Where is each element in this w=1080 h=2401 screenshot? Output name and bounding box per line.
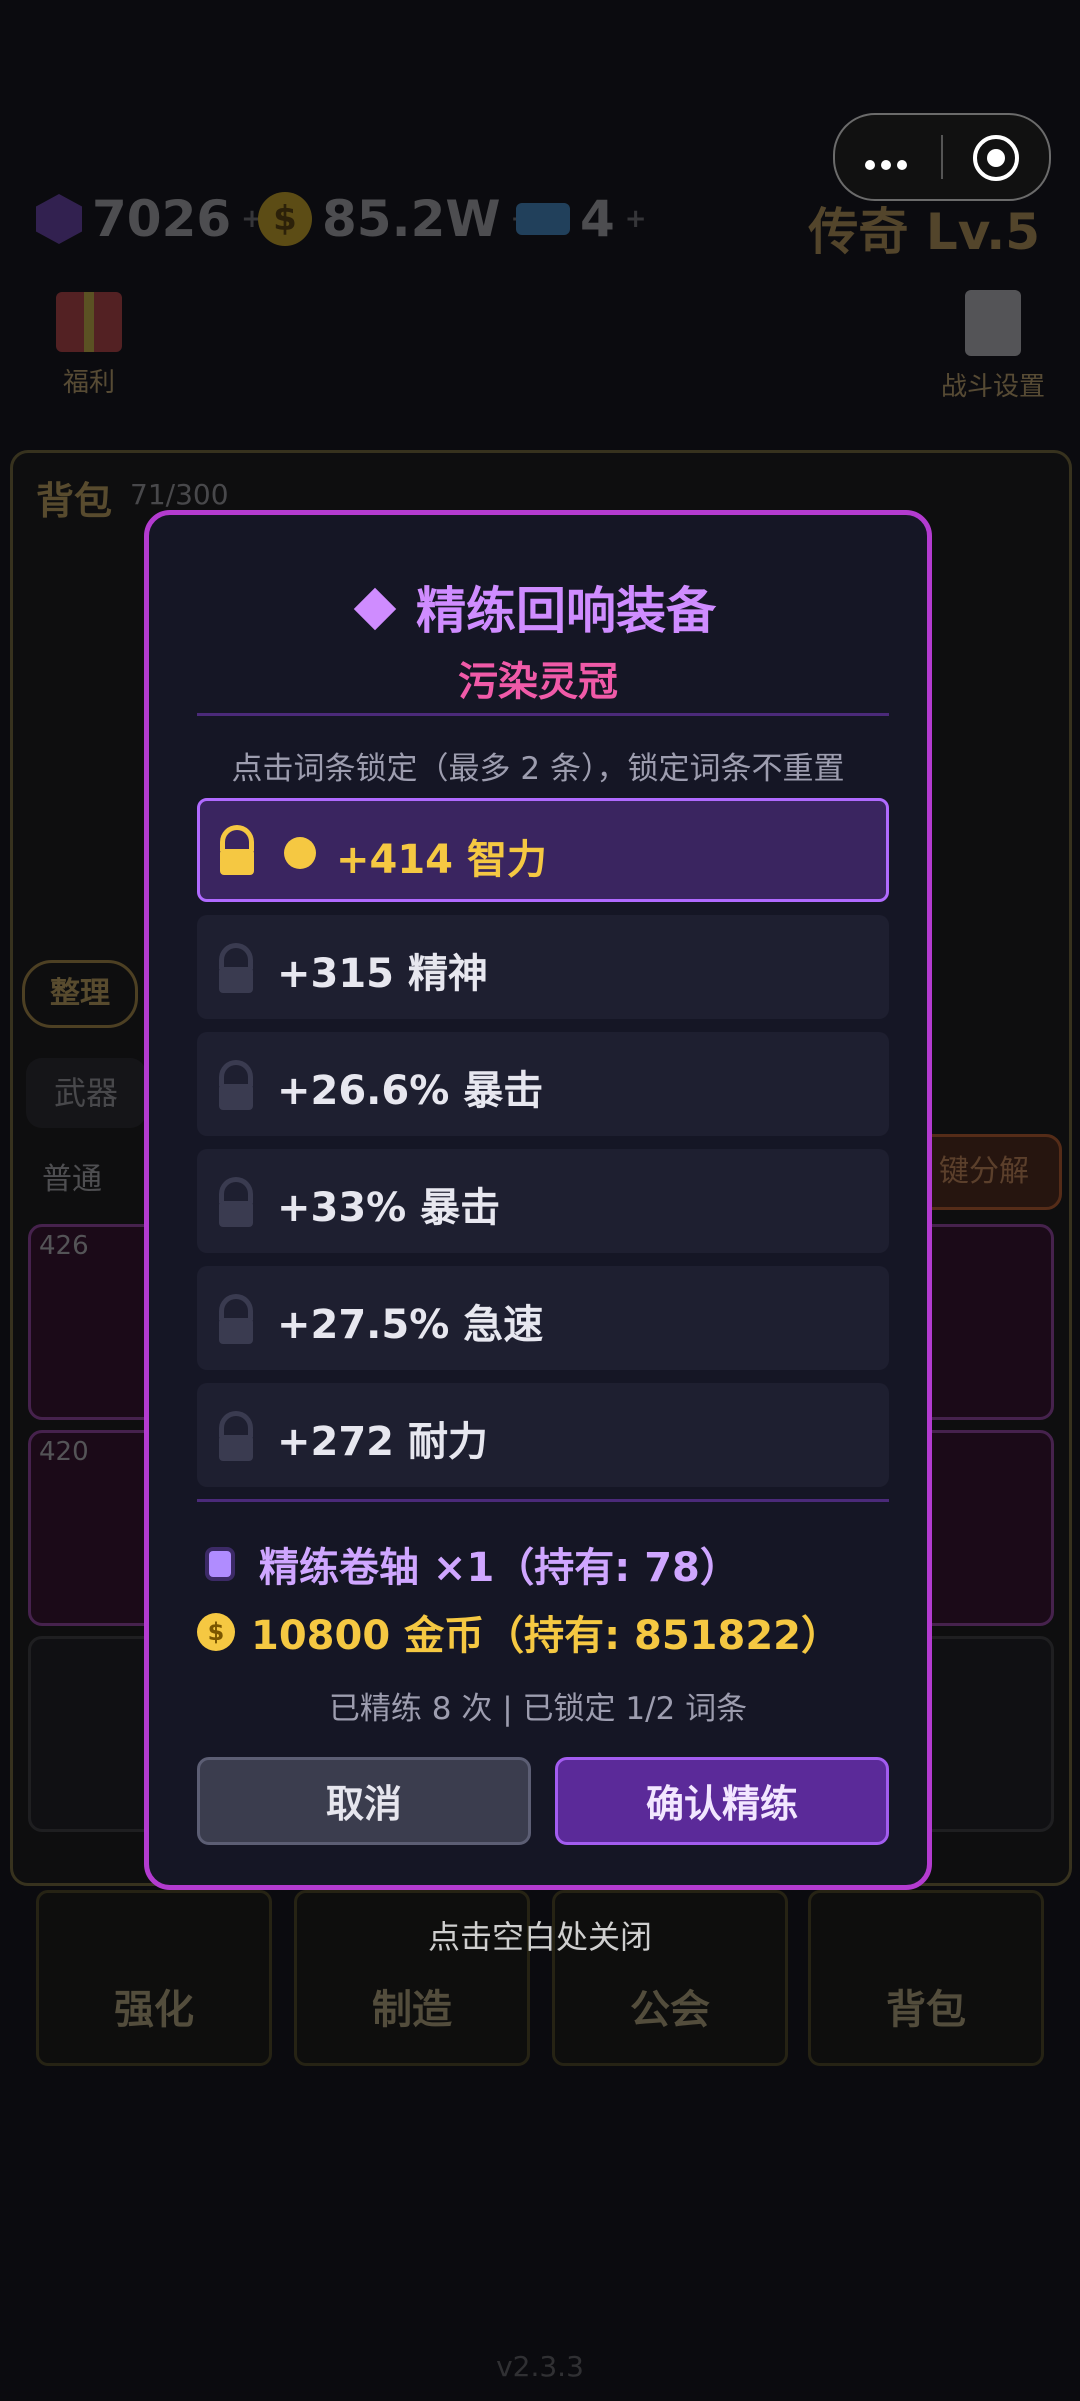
nav-guild-label: 公会 bbox=[630, 1987, 710, 2033]
welfare-label: 福利 bbox=[62, 368, 115, 398]
target-icon[interactable] bbox=[973, 135, 1019, 181]
nav-craft-label: 制造 bbox=[372, 1987, 452, 2033]
battle-settings-button[interactable]: 战斗设置 bbox=[928, 290, 1058, 403]
modal-title: 精练回响装备 bbox=[149, 571, 927, 643]
lock-icon bbox=[219, 1060, 253, 1086]
tab-weapon[interactable]: 武器 bbox=[26, 1058, 146, 1128]
affix-text: +33% 暴击 bbox=[277, 1185, 501, 1231]
gold-value: 85.2W bbox=[322, 190, 501, 248]
version-label: v2.3.3 bbox=[496, 2350, 584, 2383]
capsule-divider bbox=[941, 135, 943, 179]
lock-icon-body bbox=[219, 1318, 253, 1344]
gift-icon bbox=[56, 292, 122, 352]
lock-icon-body bbox=[220, 849, 254, 875]
gem-icon bbox=[36, 194, 82, 244]
lock-icon bbox=[219, 1411, 253, 1437]
item-name: 污染灵冠 bbox=[458, 659, 618, 705]
lock-icon bbox=[220, 825, 254, 851]
cost-scroll-text: 精练卷轴 ×1（持有: 78） bbox=[259, 1545, 740, 1591]
affix-text: +414 智力 bbox=[336, 837, 547, 883]
modal-title-text: 精练回响装备 bbox=[416, 582, 716, 640]
divider bbox=[197, 713, 889, 716]
affix-row[interactable]: +414 智力 bbox=[197, 798, 889, 902]
cost-gold: $ 10800 金币（持有: 851822） bbox=[197, 1603, 841, 1661]
gold-counter: $ 85.2W + bbox=[258, 190, 532, 248]
lock-icon bbox=[219, 1177, 253, 1203]
miniprogram-capsule bbox=[833, 113, 1051, 201]
tidy-button[interactable]: 整理 bbox=[22, 960, 138, 1028]
lock-tip: 点击词条锁定（最多 2 条），锁定词条不重置 bbox=[231, 751, 845, 787]
diamond-icon bbox=[353, 587, 397, 630]
ticket-value: 4 bbox=[580, 190, 615, 248]
scroll-icon bbox=[209, 1551, 231, 1577]
ticket-counter: 4 + bbox=[516, 190, 647, 248]
nav-strengthen-label: 强化 bbox=[114, 1987, 194, 2033]
welfare-button[interactable]: 福利 bbox=[44, 292, 134, 399]
affix-row[interactable]: +315 精神 bbox=[197, 915, 889, 1019]
close-hint[interactable]: 点击空白处关闭 bbox=[0, 1912, 1080, 1958]
affix-text: +27.5% 急速 bbox=[277, 1302, 544, 1348]
rank-label: 传奇 Lv.5 bbox=[808, 203, 1040, 261]
lock-icon-body bbox=[219, 967, 253, 993]
filter-normal[interactable]: 普通 bbox=[42, 1154, 102, 1198]
confirm-refine-button[interactable]: 确认精练 bbox=[555, 1757, 889, 1845]
nav-backpack-label: 背包 bbox=[886, 1987, 966, 2033]
refine-status: 已精练 8 次 | 已锁定 1/2 词条 bbox=[328, 1691, 748, 1727]
ticket-icon bbox=[516, 203, 570, 235]
affix-row[interactable]: +26.6% 暴击 bbox=[197, 1032, 889, 1136]
coin-icon: $ bbox=[197, 1613, 235, 1651]
coin-icon: $ bbox=[258, 192, 312, 246]
cost-gold-text: 10800 金币（持有: 851822） bbox=[251, 1613, 841, 1659]
bag-count: 71/300 bbox=[130, 478, 229, 511]
locked-marker bbox=[284, 837, 316, 869]
lock-icon-body bbox=[219, 1084, 253, 1110]
clipboard-icon bbox=[965, 290, 1021, 356]
lock-icon bbox=[219, 943, 253, 969]
refine-modal: 精练回响装备 污染灵冠 点击词条锁定（最多 2 条），锁定词条不重置 +414 … bbox=[144, 510, 932, 1890]
item-level: 426 bbox=[39, 1231, 89, 1261]
item-level: 420 bbox=[39, 1437, 89, 1467]
cost-scroll: 精练卷轴 ×1（持有: 78） bbox=[197, 1535, 740, 1593]
affix-text: +26.6% 暴击 bbox=[277, 1068, 544, 1114]
lock-icon-body bbox=[219, 1435, 253, 1461]
cancel-button[interactable]: 取消 bbox=[197, 1757, 531, 1845]
lock-icon-body bbox=[219, 1201, 253, 1227]
more-icon[interactable] bbox=[865, 155, 913, 174]
affix-row[interactable]: +27.5% 急速 bbox=[197, 1266, 889, 1370]
affix-text: +315 精神 bbox=[277, 951, 488, 997]
affix-row[interactable]: +272 耐力 bbox=[197, 1383, 889, 1487]
divider bbox=[197, 1499, 889, 1502]
gem-counter: 7026 + bbox=[36, 190, 263, 248]
affix-text: +272 耐力 bbox=[277, 1419, 488, 1465]
battle-settings-label: 战斗设置 bbox=[940, 372, 1045, 402]
bag-title: 背包 bbox=[36, 479, 113, 523]
affix-row[interactable]: +33% 暴击 bbox=[197, 1149, 889, 1253]
lock-icon bbox=[219, 1294, 253, 1320]
gem-value: 7026 bbox=[92, 190, 232, 248]
ticket-plus[interactable]: + bbox=[625, 204, 647, 234]
